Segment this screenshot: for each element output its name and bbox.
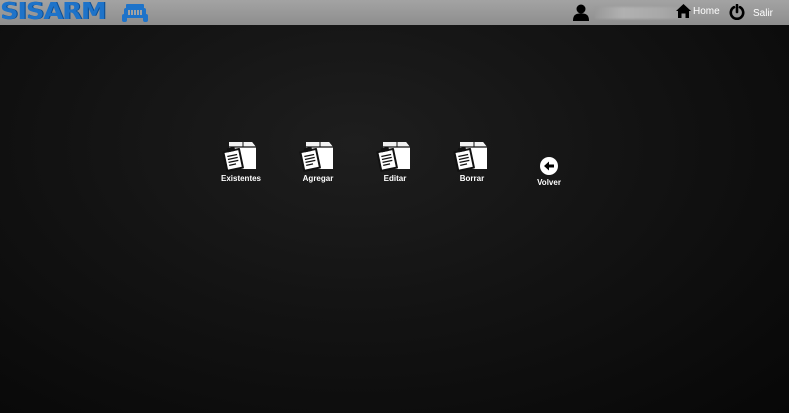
back-label: Volver <box>537 178 561 187</box>
jeep-icon <box>122 4 148 22</box>
logo[interactable]: SISARM <box>0 0 148 25</box>
top-bar: SISARM Home Salir <box>0 0 789 25</box>
box-clipboard-icon <box>222 142 256 172</box>
home-icon <box>676 4 691 18</box>
logout-link[interactable]: Salir <box>729 4 773 20</box>
home-link[interactable]: Home <box>676 4 720 18</box>
editar-label: Editar <box>383 174 407 183</box>
existentes-button[interactable]: Existentes <box>211 137 271 183</box>
arrow-left-circle-icon <box>540 157 558 175</box>
box-clipboard-icon <box>453 142 487 172</box>
username-redacted <box>595 6 687 19</box>
box-clipboard-icon <box>299 142 333 172</box>
agregar-button[interactable]: Agregar <box>288 137 348 183</box>
home-label: Home <box>693 6 720 17</box>
editar-button[interactable]: Editar <box>365 137 425 183</box>
logo-text: SISARM <box>0 0 107 25</box>
box-clipboard-icon <box>376 142 410 172</box>
existentes-label: Existentes <box>220 174 262 183</box>
agregar-label: Agregar <box>302 174 334 183</box>
borrar-label: Borrar <box>459 174 485 183</box>
power-icon <box>729 4 745 20</box>
user-icon <box>573 4 589 21</box>
exit-label: Salir <box>753 8 774 19</box>
back-button[interactable]: Volver <box>525 156 573 187</box>
borrar-button[interactable]: Borrar <box>442 137 502 183</box>
user-area <box>573 4 687 21</box>
